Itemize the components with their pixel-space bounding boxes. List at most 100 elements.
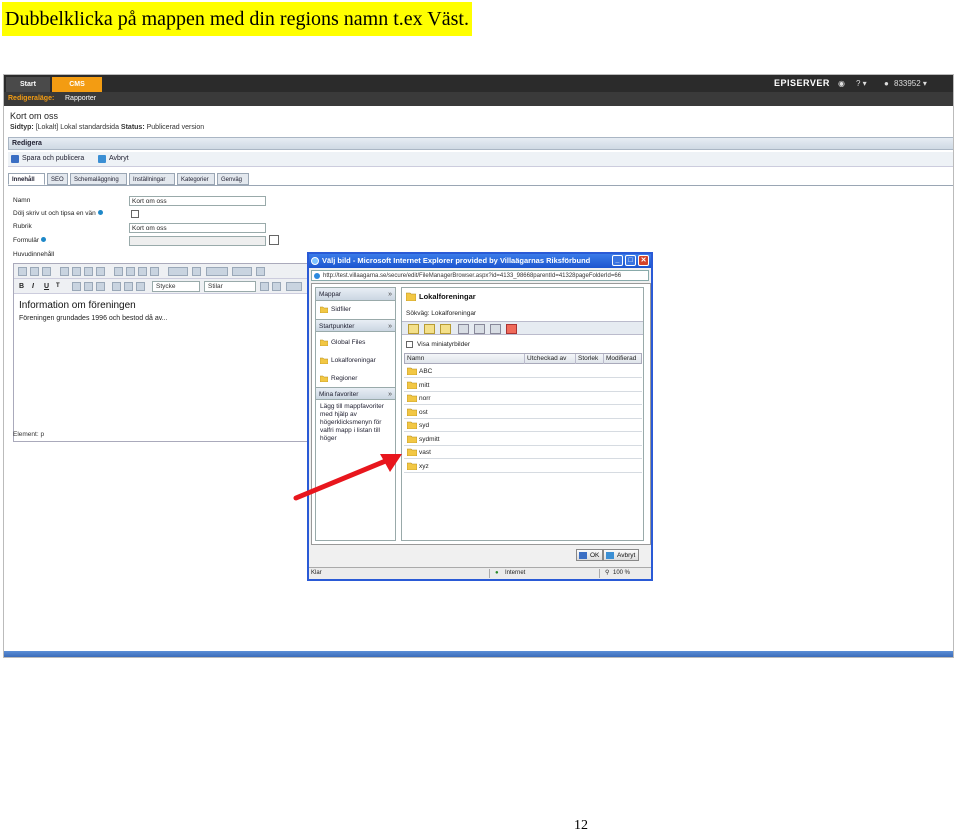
strike-button[interactable]: T [56,280,60,293]
insert-icon[interactable] [60,267,69,276]
copy-file-icon[interactable] [458,324,469,334]
editor-heading[interactable]: Information om föreningen [19,300,136,311]
text-icon[interactable] [192,267,201,276]
page-files-item[interactable]: Sidfiler [320,305,351,315]
style-icon[interactable] [206,267,228,276]
function-icon[interactable] [168,267,188,276]
underline-button[interactable]: U [44,280,49,293]
folder-up-icon[interactable] [440,324,451,334]
cancel-edit-button[interactable]: Avbryt [98,152,129,166]
minimize-button[interactable]: _ [612,255,623,266]
local-assoc-item[interactable]: Lokalforeningar [320,356,376,366]
tab-content[interactable]: Innehåll [8,173,45,185]
ok-button[interactable]: OK [576,549,604,561]
tab-cms[interactable]: CMS [52,77,102,92]
thumbnails-checkbox[interactable] [406,341,413,348]
form-input[interactable] [129,236,266,246]
user-icon[interactable]: ● [884,75,889,92]
eye-icon[interactable]: ◉ [838,75,845,92]
dialog-cancel-button[interactable]: Avbryt [603,549,640,561]
editor-body-text[interactable]: Föreningen grundades 1996 och bestod då … [19,315,168,322]
anchor-icon[interactable] [126,267,135,276]
tab-shortcut[interactable]: Genväg [217,173,249,185]
style-select[interactable]: Stilar [204,281,256,292]
cut-icon[interactable] [18,267,27,276]
spell-icon[interactable] [256,267,265,276]
start-points-header[interactable]: Startpunkter » [316,319,395,332]
folder-row[interactable]: vast [404,446,642,459]
folders-header[interactable]: Mappar » [316,288,395,301]
form-picker-button[interactable] [269,235,279,245]
folder-row[interactable]: sydmitt [404,433,642,446]
delete-icon[interactable] [506,324,517,334]
grid-icon[interactable] [150,267,159,276]
col-name[interactable]: Namn [405,354,525,364]
show-thumbnails[interactable]: Visa miniatyrbilder [406,340,470,349]
paste-file-icon[interactable] [490,324,501,334]
edit-mode-label: Redigeraläge: [8,95,55,102]
html-icon[interactable] [286,282,302,291]
status-label: Status: [120,124,145,131]
align-right-icon[interactable] [96,282,105,291]
regions-item[interactable]: Regioner [320,374,357,384]
undo-icon[interactable] [260,282,269,291]
col-size[interactable]: Storlek [576,354,604,364]
editor-toolbar-1 [14,264,309,279]
status-zoom[interactable]: 100 % [613,568,630,579]
document-icon[interactable] [84,267,93,276]
tab-seo[interactable]: SEO [47,173,68,185]
copy-icon[interactable] [30,267,39,276]
address-bar[interactable]: http://test.villaagarna.se/secure/edit/F… [311,270,649,281]
info-icon [41,237,47,242]
redo-icon[interactable] [272,282,281,291]
folder-row[interactable]: syd [404,419,642,432]
italic-button[interactable]: I [32,280,34,293]
align-center-icon[interactable] [84,282,93,291]
link-icon[interactable] [114,267,123,276]
cut-file-icon[interactable] [474,324,485,334]
table-icon[interactable] [96,267,105,276]
folder-row[interactable]: norr [404,392,642,405]
heading-input[interactable]: Kort om oss [129,223,266,233]
name-input[interactable]: Kort om oss [129,196,266,206]
col-modified[interactable]: Modifierad [604,354,643,364]
tab-scheduling[interactable]: Schemaläggning [70,173,127,185]
folder-row[interactable]: mitt [404,379,642,392]
bold-button[interactable]: B [19,280,24,293]
tab-settings[interactable]: Inställningar [129,173,175,185]
zoom-icon[interactable]: ⚲ [605,568,609,579]
episerver-logo: EPISERVER [774,78,830,88]
name-label: Namn [13,197,31,204]
indent-icon[interactable] [136,282,145,291]
bullet-list-icon[interactable] [112,282,121,291]
cms-top-bar: Start CMS EPISERVER ◉ ? ▾ ● 833952 ▾ [4,75,953,92]
number-list-icon[interactable] [124,282,133,291]
image-icon[interactable] [72,267,81,276]
folder-row[interactable]: ost [404,406,642,419]
paste-icon[interactable] [42,267,51,276]
col-checked-out[interactable]: Utcheckad av [525,354,576,364]
upload-icon[interactable] [424,324,435,334]
align-left-icon[interactable] [72,282,81,291]
folder-row[interactable]: ABC [404,365,642,378]
new-folder-icon[interactable] [408,324,419,334]
close-button[interactable]: ✕ [638,255,649,266]
favorites-header[interactable]: Mina favoriter » [316,387,395,400]
instruction-heading: Dubbelklicka på mappen med din regions n… [2,2,472,36]
page-title: Kort om oss [10,111,59,121]
global-files-item[interactable]: Global Files [320,338,365,348]
hide-checkbox[interactable] [131,210,139,218]
help-menu[interactable]: ? ▾ [856,75,867,92]
paragraph-select[interactable]: Stycke [152,281,200,292]
save-publish-button[interactable]: Spara och publicera [11,152,84,166]
folder-row[interactable]: xyz [404,460,642,473]
edit-tab[interactable]: Redigera [12,138,42,150]
layout-icon[interactable] [232,267,252,276]
tab-start[interactable]: Start [6,77,50,92]
tab-categories[interactable]: Kategorier [177,173,215,185]
format-icon[interactable] [138,267,147,276]
user-menu[interactable]: 833952 ▾ [894,75,927,92]
folder-icon [407,408,417,416]
maximize-button[interactable]: □ [625,255,636,266]
reports-link[interactable]: Rapporter [65,92,96,106]
